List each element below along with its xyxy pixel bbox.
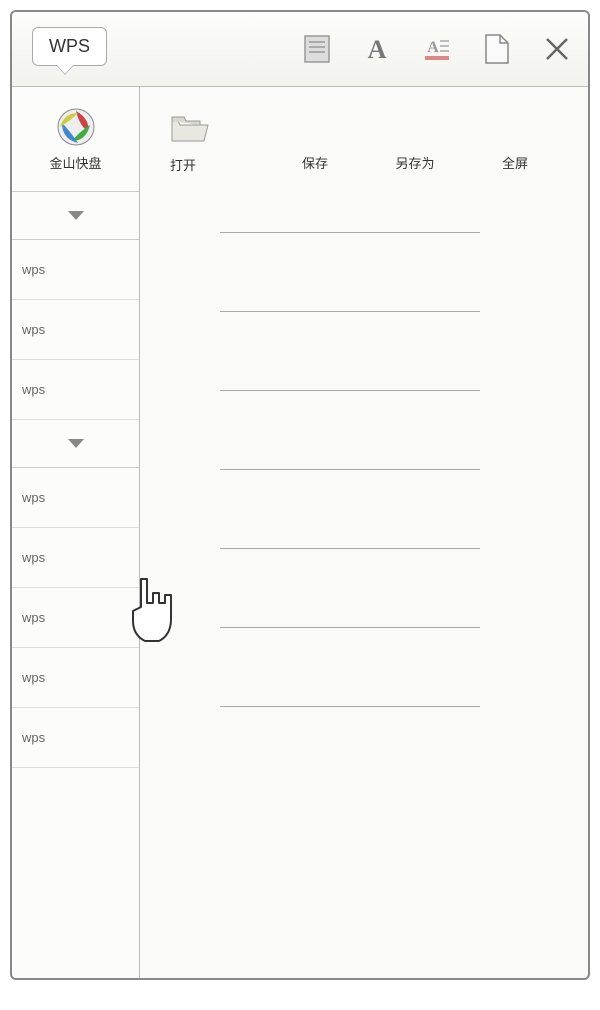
- save-label: 保存: [302, 153, 328, 172]
- sidebar-item-label: wps: [22, 730, 45, 745]
- sidebar-item-label: wps: [22, 610, 45, 625]
- kuaipan-logo-icon: [56, 107, 96, 147]
- svg-text:A: A: [427, 39, 439, 56]
- titlebar-icons: A A: [301, 33, 573, 65]
- app-name-text: WPS: [49, 36, 90, 56]
- sidebar-item[interactable]: wps: [12, 648, 139, 708]
- saveas-button[interactable]: 另存为: [370, 153, 460, 174]
- doc-line: [220, 627, 480, 628]
- sidebar-item-label: wps: [22, 490, 45, 505]
- sidebar-item-label: wps: [22, 262, 45, 277]
- titlebar: WPS A A: [12, 12, 588, 87]
- sidebar: 金山快盘 wps wps wps wps wps: [12, 87, 140, 978]
- close-icon[interactable]: [541, 33, 573, 65]
- doc-line: [220, 311, 480, 312]
- app-name-badge[interactable]: WPS: [32, 27, 107, 66]
- doc-line: [220, 706, 480, 707]
- sidebar-header-label: 金山快盘: [49, 153, 101, 172]
- sidebar-item[interactable]: wps: [12, 468, 139, 528]
- chevron-down-icon: [68, 439, 84, 448]
- folder-open-icon: [170, 113, 210, 145]
- sidebar-item-label: wps: [22, 670, 45, 685]
- newdoc-icon[interactable]: [481, 33, 513, 65]
- document-icon[interactable]: [301, 33, 333, 65]
- fullscreen-button[interactable]: 全屏: [470, 153, 560, 174]
- sidebar-collapse-1[interactable]: [12, 192, 139, 240]
- sidebar-item-label: wps: [22, 382, 45, 397]
- sidebar-item-label: wps: [22, 322, 45, 337]
- main-area: 打开 保存 另存为 全屏: [140, 87, 588, 978]
- open-label: 打开: [170, 155, 196, 174]
- doc-line: [220, 469, 480, 470]
- font-icon[interactable]: A: [361, 33, 393, 65]
- sidebar-item[interactable]: wps: [12, 300, 139, 360]
- doc-line: [220, 232, 480, 233]
- font-color-icon[interactable]: A: [421, 33, 453, 65]
- chevron-down-icon: [68, 211, 84, 220]
- sidebar-header[interactable]: 金山快盘: [12, 87, 139, 192]
- sidebar-item[interactable]: wps: [12, 360, 139, 420]
- saveas-label: 另存为: [395, 153, 434, 172]
- fullscreen-label: 全屏: [502, 153, 528, 172]
- sidebar-collapse-2[interactable]: [12, 420, 139, 468]
- open-button[interactable]: 打开: [170, 113, 260, 174]
- toolbar: 打开 保存 另存为 全屏: [140, 87, 588, 192]
- svg-text:A: A: [368, 35, 387, 64]
- sidebar-item[interactable]: wps: [12, 588, 139, 648]
- doc-line: [220, 548, 480, 549]
- document-preview: [140, 192, 588, 978]
- sidebar-item[interactable]: wps: [12, 708, 139, 768]
- sidebar-item-label: wps: [22, 550, 45, 565]
- sidebar-item[interactable]: wps: [12, 240, 139, 300]
- doc-line: [220, 390, 480, 391]
- save-button[interactable]: 保存: [270, 153, 360, 174]
- sidebar-item[interactable]: wps: [12, 528, 139, 588]
